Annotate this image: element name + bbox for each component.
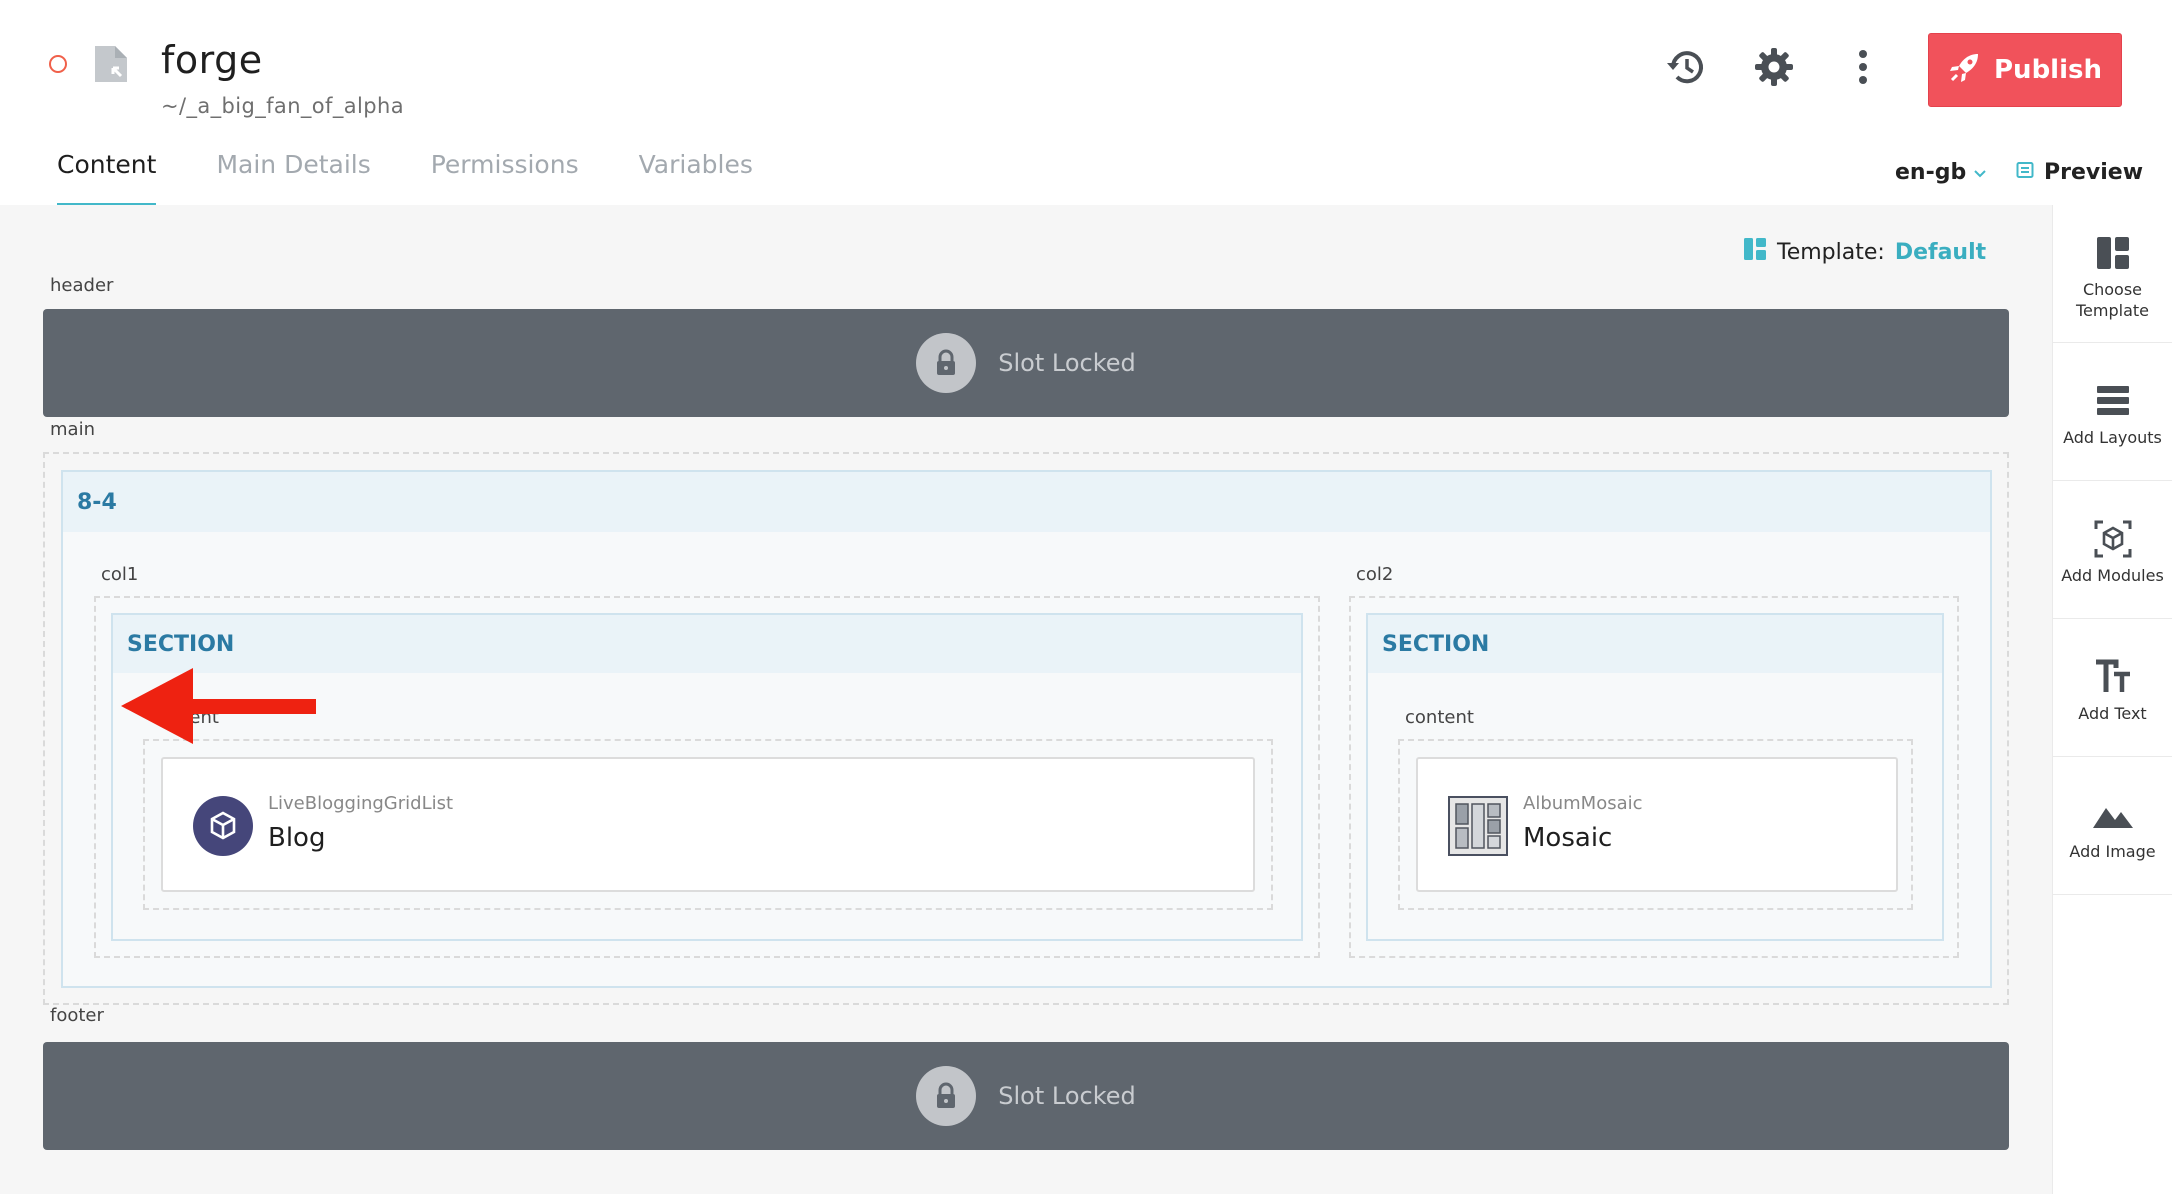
slot-label-main: main (50, 419, 95, 440)
section-title: SECTION (1382, 631, 1490, 657)
module-card[interactable]: LiveBloggingGridList Blog (161, 757, 1255, 892)
template-icon (1743, 237, 1767, 267)
template-selector: Template: Default (1743, 237, 1986, 267)
slot-locked-text: Slot Locked (998, 1082, 1136, 1110)
column-label: col1 (101, 564, 139, 585)
module-name: Blog (268, 823, 326, 853)
page-header: forge ~/_a_big_fan_of_alpha Publish Cont… (0, 0, 2172, 206)
add-modules-button[interactable]: Add Modules (2053, 481, 2172, 619)
settings-button[interactable] (1749, 44, 1799, 94)
add-text-button[interactable]: Add Text (2053, 619, 2172, 757)
sidebar-item-label: Add Modules (2061, 566, 2164, 585)
slot-locked-text: Slot Locked (998, 349, 1136, 377)
content-label: content (1405, 707, 1474, 728)
tab-variables[interactable]: Variables (639, 150, 753, 206)
tab-main-details[interactable]: Main Details (216, 150, 370, 206)
layouts-icon (2093, 381, 2133, 421)
layout-header: 8-4 (63, 472, 1990, 532)
page-path: ~/_a_big_fan_of_alpha (161, 94, 404, 118)
preview-button[interactable]: Preview (2016, 160, 2143, 185)
layout-name: 8-4 (77, 489, 117, 515)
content-dropzone: AlbumMosaic Mosaic (1398, 739, 1913, 910)
publish-label: Publish (1994, 55, 2102, 85)
content-dropzone: LiveBloggingGridList Blog (143, 739, 1273, 910)
editor-canvas: Template: Default header Slot Locked mai… (0, 205, 2052, 1194)
rocket-icon (1948, 50, 1982, 91)
slot-label-footer: footer (50, 1005, 104, 1026)
add-layouts-button[interactable]: Add Layouts (2053, 343, 2172, 481)
preview-icon (2016, 160, 2034, 185)
template-value-link[interactable]: Default (1895, 240, 1986, 265)
tab-content[interactable]: Content (57, 150, 157, 206)
annotation-arrow-icon (121, 668, 316, 744)
section-header: SECTION (113, 615, 1301, 673)
section-title: SECTION (127, 631, 235, 657)
column-label: col2 (1356, 564, 1394, 585)
locale-value: en-gb (1895, 160, 1967, 185)
publish-button[interactable]: Publish (1928, 33, 2122, 107)
module-card[interactable]: AlbumMosaic Mosaic (1416, 757, 1898, 892)
footer-slot: Slot Locked (43, 1042, 2009, 1150)
kebab-menu-icon (1857, 49, 1869, 89)
history-icon (1664, 45, 1708, 93)
locale-dropdown[interactable]: en-gb (1895, 160, 1986, 185)
text-icon (2093, 657, 2133, 697)
template-label: Template: (1777, 239, 1885, 265)
module-type: LiveBloggingGridList (268, 793, 454, 814)
modules-icon (2093, 519, 2133, 559)
sidebar-item-label: Choose Template (2075, 279, 2149, 320)
header-slot: Slot Locked (43, 309, 2009, 417)
preview-label: Preview (2044, 160, 2144, 185)
main-slot: 8-4 col1 SECTION content (43, 452, 2009, 1005)
more-options-button[interactable] (1838, 44, 1888, 94)
chevron-down-icon (1974, 163, 1986, 182)
section-block[interactable]: SECTION content AlbumMosaic Mosaic (1366, 613, 1944, 941)
tab-bar: Content Main Details Permissions Variabl… (57, 150, 813, 206)
sidebar-item-label: Add Image (2069, 842, 2156, 861)
cube-icon (193, 796, 253, 856)
tools-sidebar: Choose Template Add Layouts Add Modules (2052, 205, 2172, 1194)
sidebar-item-label: Add Layouts (2063, 428, 2162, 447)
column-dropzone: SECTION content LiveBloggingGridList (94, 596, 1320, 958)
status-indicator (49, 55, 67, 73)
lock-icon (916, 1066, 977, 1126)
tab-permissions[interactable]: Permissions (431, 150, 579, 206)
add-image-button[interactable]: Add Image (2053, 757, 2172, 895)
module-type: AlbumMosaic (1523, 793, 1643, 814)
template-icon (2093, 233, 2133, 273)
choose-template-button[interactable]: Choose Template (2053, 205, 2172, 343)
history-button[interactable] (1661, 44, 1711, 94)
mosaic-thumbnail-icon (1448, 796, 1508, 856)
section-header: SECTION (1368, 615, 1942, 673)
slot-label-header: header (50, 275, 114, 296)
gear-icon (1752, 45, 1796, 93)
column-dropzone: SECTION content AlbumMosaic Mosaic (1349, 596, 1959, 958)
document-icon (93, 44, 129, 84)
section-block[interactable]: SECTION content LiveBloggingGridList (111, 613, 1303, 941)
sidebar-item-label: Add Text (2078, 704, 2147, 723)
image-icon (2092, 795, 2133, 835)
page-title: forge (161, 38, 263, 82)
lock-icon (916, 333, 977, 393)
layout-block[interactable]: 8-4 col1 SECTION content (61, 470, 1992, 988)
module-name: Mosaic (1523, 823, 1613, 853)
